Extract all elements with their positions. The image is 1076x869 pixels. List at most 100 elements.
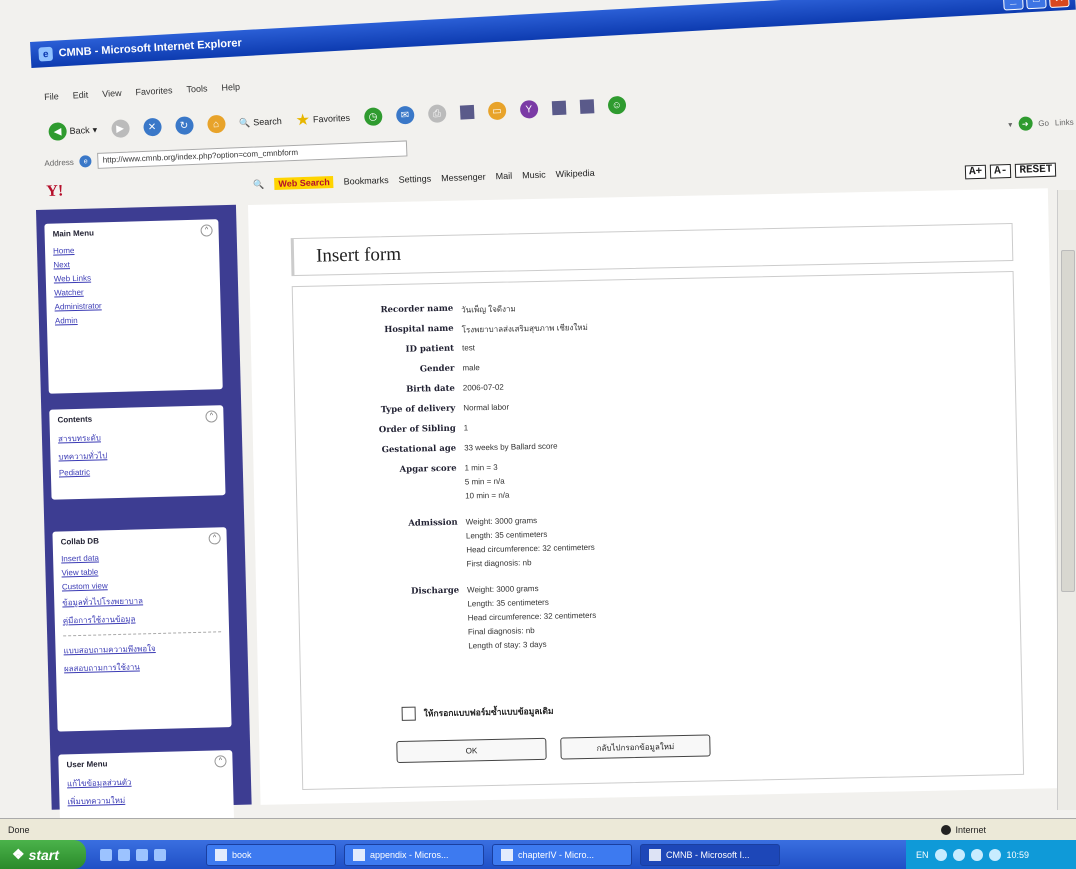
bookmarks-button[interactable]: Bookmarks — [344, 175, 389, 187]
sidebar-item-home[interactable]: Home — [53, 242, 211, 256]
sidebar-item-web-links[interactable]: Web Links — [54, 270, 212, 284]
messenger-button[interactable]: Messenger — [441, 172, 486, 184]
security-zone: Internet — [941, 825, 986, 835]
refresh-icon[interactable]: ↻ — [174, 116, 194, 136]
page-title: Insert form — [290, 222, 1014, 277]
history-icon[interactable]: ◷ — [363, 107, 383, 127]
user-guide-link[interactable]: คู่มือการใช้งานข้อมูล — [63, 610, 221, 627]
messenger-launch-icon[interactable] — [154, 848, 166, 861]
word-icon — [501, 848, 513, 861]
menu-file[interactable]: File — [44, 91, 59, 102]
yahoo-icon[interactable]: Y — [519, 99, 539, 119]
taskbar: ❖ start book appendix - Micros... chapte… — [0, 840, 1076, 869]
maximize-button[interactable]: □ — [1025, 0, 1047, 10]
menu-view[interactable]: View — [102, 88, 122, 99]
minimize-button[interactable]: _ — [1002, 0, 1024, 11]
satisfaction-survey-link[interactable]: แบบสอบถามความพึงพอใจ — [63, 640, 221, 657]
sidebar-item-next[interactable]: Next — [53, 256, 211, 269]
tray-icon[interactable] — [934, 848, 947, 861]
tray-icon[interactable] — [970, 848, 983, 861]
contents-item[interactable]: สารบทระดับ — [58, 428, 216, 445]
sidebar-item-administrator[interactable]: Administrator — [54, 298, 212, 311]
quick-launch — [100, 848, 166, 861]
mail-button[interactable]: Mail — [496, 171, 513, 182]
book-icon[interactable] — [579, 99, 595, 114]
sidebar-item-watcher[interactable]: Watcher — [54, 284, 212, 298]
menu-edit[interactable]: Edit — [72, 90, 88, 101]
music-button[interactable]: Music — [522, 170, 546, 181]
main-content: Insert form Recorder name วันเพ็ญ ใจดีงาม… — [248, 188, 1061, 805]
menu-favorites[interactable]: Favorites — [135, 85, 172, 97]
hospital-info-link[interactable]: ข้อมูลทั่วไปโรงพยาบาล — [62, 592, 220, 609]
ok-button[interactable]: OK — [396, 737, 547, 764]
language-indicator[interactable]: EN — [916, 850, 929, 860]
globe-icon — [941, 825, 952, 835]
folder-icon[interactable]: ▭ — [487, 101, 507, 121]
go-arrow-icon[interactable]: ➜ — [1018, 116, 1033, 131]
sidebar: Main Menu ^ Home Next Web Links Watcher … — [36, 204, 252, 825]
text-size-reset-button[interactable]: RESET — [1014, 162, 1057, 178]
back-button[interactable]: ◀ Back ▾ — [48, 121, 97, 141]
address-input[interactable]: http://www.cmnb.org/index.php?option=com… — [97, 140, 408, 169]
main-menu-title: Main Menu — [52, 228, 95, 239]
menu-tools[interactable]: Tools — [186, 83, 208, 94]
insert-data-link[interactable]: Insert data — [61, 550, 219, 563]
task-appendix[interactable]: appendix - Micros... — [344, 843, 484, 866]
form-fields: Recorder name วันเพ็ญ ใจดีงาม Hospital na… — [301, 293, 988, 663]
system-tray: EN 10:59 — [906, 840, 1076, 869]
links-button[interactable]: Links — [1055, 117, 1074, 127]
word-icon — [353, 848, 365, 861]
repeat-form-checkbox[interactable] — [401, 706, 416, 721]
text-size-increase-button[interactable]: A+ — [964, 164, 987, 180]
research-icon[interactable] — [551, 100, 567, 116]
edit-icon[interactable] — [459, 104, 475, 120]
add-article-link[interactable]: เพิ่มบทความใหม่ — [67, 791, 225, 808]
vertical-scrollbar[interactable] — [1057, 190, 1076, 810]
show-desktop-icon[interactable] — [100, 848, 112, 861]
custom-view-link[interactable]: Custom view — [62, 578, 220, 591]
print-icon[interactable]: ⎙ — [427, 104, 447, 124]
close-button[interactable]: ✕ — [1048, 0, 1070, 9]
scrollbar-thumb[interactable] — [1061, 250, 1075, 592]
form-buttons: OK กลับไปกรอกข้อมูลใหม่ — [396, 734, 711, 764]
edit-profile-link[interactable]: แก้ไขข้อมูลส่วนตัว — [67, 773, 225, 790]
media-player-icon[interactable] — [136, 848, 148, 861]
task-cmnb-browser[interactable]: CMNB - Microsoft I... — [640, 843, 780, 866]
collapse-icon[interactable]: ^ — [208, 532, 221, 545]
sidebar-item-admin[interactable]: Admin — [55, 312, 213, 326]
tray-icon[interactable] — [952, 848, 965, 861]
yahoo-logo[interactable]: Y! — [46, 182, 64, 201]
ie-launch-icon[interactable] — [118, 848, 130, 861]
menu-help[interactable]: Help — [221, 82, 240, 93]
repeat-form-option: ให้กรอกแบบฟอร์มซ้ำแบบข้อมูลเดิม — [401, 704, 554, 721]
insert-form: Recorder name วันเพ็ญ ใจดีงาม Hospital na… — [291, 270, 1025, 790]
address-dropdown-icon[interactable]: ▾ — [1008, 120, 1012, 129]
messenger-icon[interactable]: ☺ — [607, 95, 627, 115]
collapse-icon[interactable]: ^ — [205, 410, 218, 423]
search-button[interactable]: 🔍 Search — [239, 116, 282, 129]
survey-results-link[interactable]: ผลสอบถามการใช้งาน — [64, 658, 222, 675]
collapse-icon[interactable]: ^ — [214, 755, 227, 768]
task-chapteriv[interactable]: chapterIV - Micro... — [492, 843, 632, 866]
web-search-button[interactable]: Web Search — [274, 175, 334, 191]
collapse-icon[interactable]: ^ — [200, 224, 213, 237]
settings-button[interactable]: Settings — [399, 174, 432, 185]
star-icon: ★ — [295, 111, 311, 130]
wikipedia-button[interactable]: Wikipedia — [556, 168, 595, 179]
page-icon: e — [79, 155, 93, 168]
forward-button[interactable]: ▶ — [110, 119, 130, 139]
stop-icon[interactable]: ✕ — [142, 117, 162, 137]
contents-panel: Contents ^ สารบทระดับ บทความทั่วไป Pedia… — [49, 405, 226, 500]
contents-item[interactable]: Pediatric — [59, 464, 217, 478]
tray-icon[interactable] — [988, 848, 1001, 861]
view-table-link[interactable]: View table — [61, 564, 219, 577]
start-button[interactable]: ❖ start — [0, 840, 86, 869]
back-to-form-button[interactable]: กลับไปกรอกข้อมูลใหม่ — [560, 734, 711, 760]
favorites-button[interactable]: ★ Favorites — [295, 108, 350, 131]
home-icon[interactable]: ⌂ — [206, 114, 226, 134]
mail-icon[interactable]: ✉ — [395, 105, 415, 125]
task-book[interactable]: book — [206, 843, 336, 866]
contents-item[interactable]: บทความทั่วไป — [58, 446, 216, 463]
go-button[interactable]: Go — [1038, 118, 1049, 127]
text-size-decrease-button[interactable]: A- — [989, 163, 1012, 179]
